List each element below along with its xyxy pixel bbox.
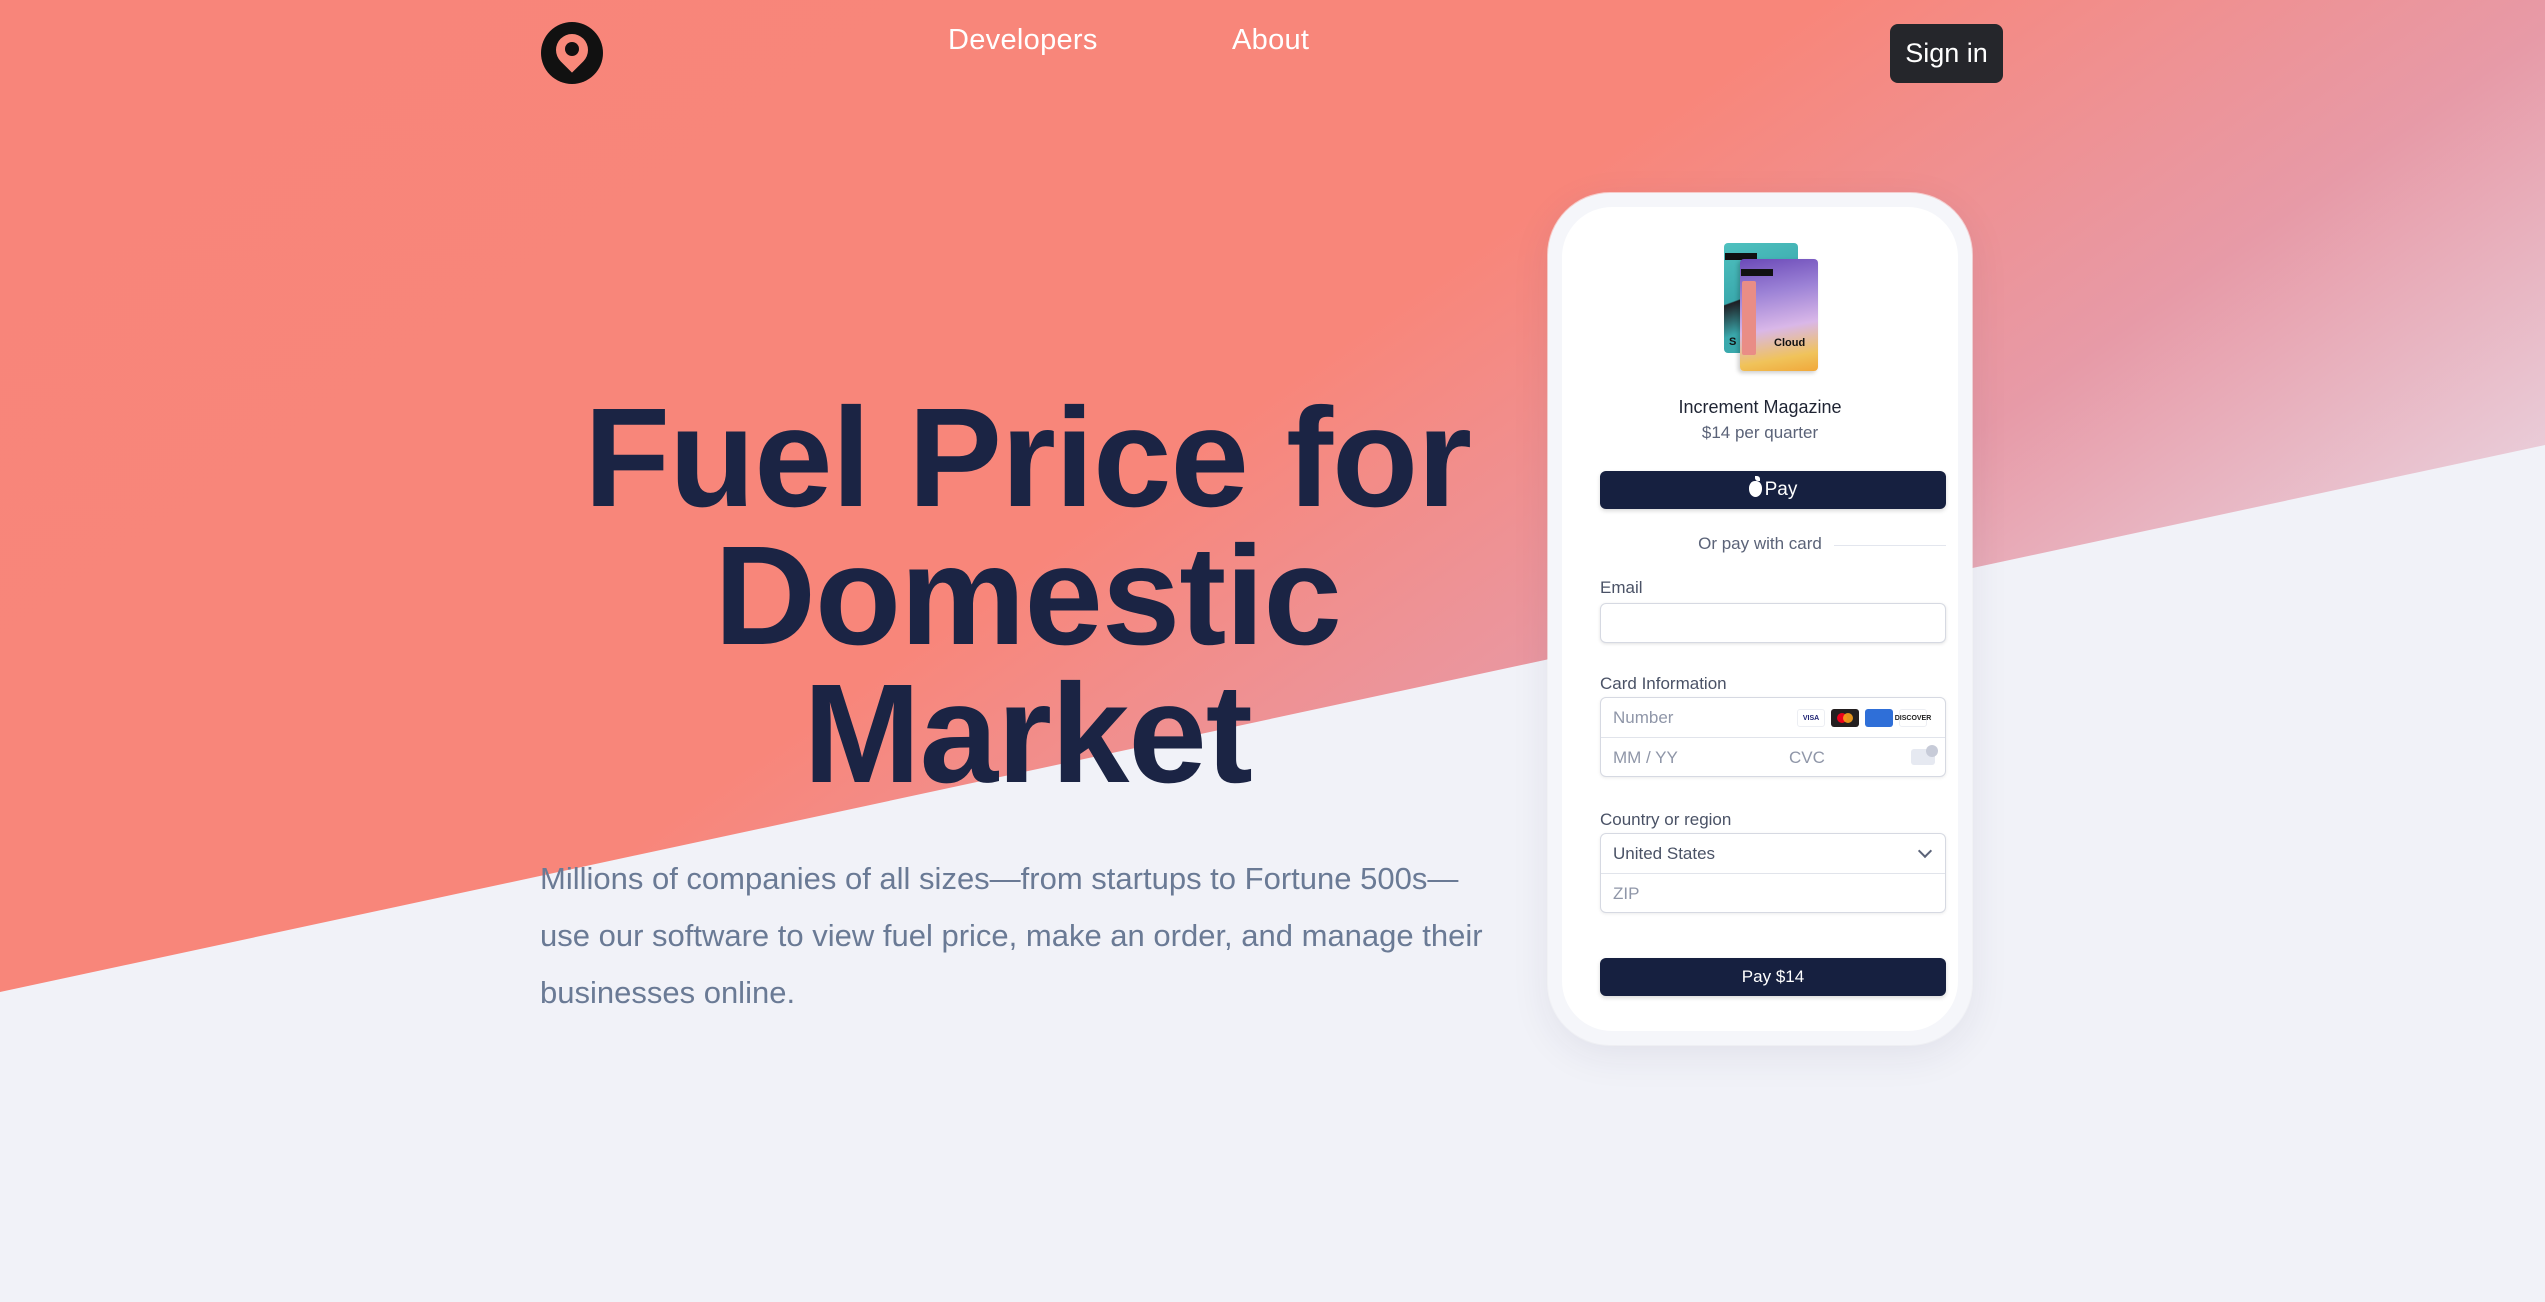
location-pin-hole — [565, 42, 579, 56]
mastercard-icon — [1831, 709, 1859, 727]
divider-line — [1834, 545, 1946, 546]
checkout-form: S Cloud Increment Magazine $14 per quart… — [1562, 207, 1958, 1031]
card-expiry-input[interactable] — [1613, 746, 1773, 770]
card-information-box: VISA DISCOVER — [1600, 697, 1946, 777]
magazine-back-text: S — [1729, 336, 1737, 348]
magazine-stripe — [1742, 281, 1756, 355]
magazine-cover-text: Cloud — [1774, 337, 1806, 349]
visa-icon: VISA — [1797, 709, 1825, 727]
card-row-divider — [1601, 737, 1945, 738]
product-name: Increment Magazine — [1678, 397, 1842, 417]
magazine-tag — [1741, 269, 1773, 276]
country-label: Country or region — [1600, 810, 1732, 829]
discover-icon: DISCOVER — [1895, 709, 1931, 727]
pay-with-card-divider: Or pay with card — [1698, 534, 1822, 553]
apple-icon — [1748, 476, 1762, 497]
magazine-cover-image: S Cloud — [1724, 243, 1822, 373]
hero-headline: Fuel Price for Domestic Market — [540, 378, 1515, 812]
email-field[interactable] — [1600, 603, 1946, 643]
cvc-card-icon — [1911, 745, 1938, 765]
nav-link-developers[interactable]: Developers — [948, 24, 1098, 57]
headline-line-1: Fuel Price for — [583, 378, 1472, 536]
product-price: $14 per quarter — [1701, 423, 1819, 442]
amex-icon — [1865, 709, 1893, 727]
phone-mockup: S Cloud Increment Magazine $14 per quart… — [1548, 193, 1972, 1045]
logo-pin-icon[interactable] — [541, 22, 603, 84]
nav-link-about[interactable]: About — [1232, 24, 1309, 57]
apple-pay-label: Pay — [1764, 479, 1798, 500]
top-navigation: Developers About Sign in — [0, 0, 2545, 110]
country-zip-divider — [1601, 873, 1945, 874]
headline-line-2: Domestic — [714, 516, 1342, 674]
headline-line-3: Market — [803, 654, 1253, 812]
hero-subcopy: Millions of companies of all sizes—from … — [540, 861, 1483, 1010]
sign-in-button[interactable]: Sign in — [1890, 24, 2003, 83]
country-value: United States — [1613, 844, 1716, 863]
card-number-input[interactable] — [1613, 706, 1793, 730]
card-cvc-input[interactable] — [1789, 746, 1889, 770]
card-information-label: Card Information — [1600, 674, 1727, 693]
zip-input[interactable] — [1613, 882, 1913, 906]
country-zip-box: United States — [1600, 833, 1946, 913]
email-label: Email — [1600, 578, 1643, 597]
pay-button[interactable]: Pay $14 — [1600, 958, 1946, 996]
apple-pay-button[interactable]: Pay — [1600, 471, 1946, 509]
chevron-down-icon — [1917, 843, 1933, 859]
